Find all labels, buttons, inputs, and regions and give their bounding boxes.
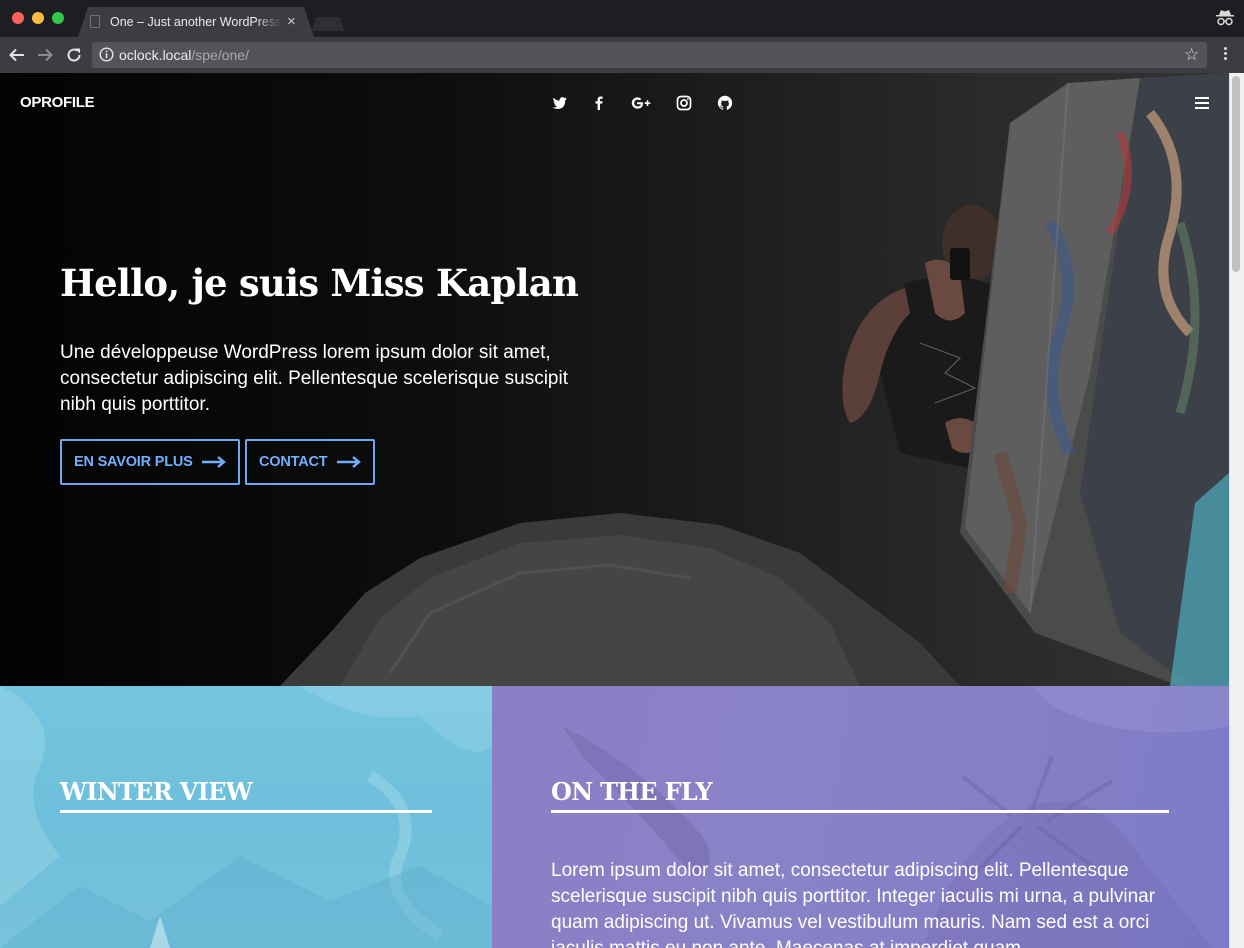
url-path: /spe/one/ [191, 47, 249, 63]
winter-view-title: WINTER VIEW [60, 777, 253, 806]
browser-titlebar: One – Just another WordPress site × [0, 0, 1244, 37]
twitter-icon[interactable] [551, 94, 569, 112]
on-the-fly-description: Lorem ipsum dolor sit amet, consectetur … [551, 860, 1156, 948]
forward-arrow-icon[interactable] [36, 46, 54, 64]
on-the-fly-title: ON THE FLY [551, 777, 713, 806]
address-bar[interactable] [92, 42, 1207, 68]
page-viewport: OPROFILE Hello, je suis Miss Kaplan Une … [0, 73, 1229, 948]
learn-more-button[interactable]: EN SAVOIR PLUS [60, 439, 240, 485]
incognito-icon [1216, 10, 1234, 26]
winter-background-photo [0, 686, 492, 948]
contact-button-label: CONTACT [259, 454, 328, 470]
bookmark-star-icon[interactable]: ☆ [1184, 45, 1199, 65]
panel-winter-view: WINTER VIEW [0, 686, 492, 948]
facebook-icon[interactable] [590, 94, 608, 112]
winter-view-title-underline [60, 810, 432, 813]
instagram-icon[interactable] [675, 94, 693, 112]
new-tab-button[interactable] [312, 17, 344, 31]
browser-menu-icon[interactable] [1223, 45, 1229, 62]
panel-on-the-fly: ON THE FLY Lorem ipsum dolor sit amet, c… [492, 686, 1229, 948]
tab-close-icon[interactable]: × [287, 13, 296, 30]
contact-button[interactable]: CONTACT [245, 439, 375, 485]
page-favicon-icon [90, 15, 100, 28]
tab-title: One – Just another WordPress site [110, 15, 282, 29]
hero-title: Hello, je suis Miss Kaplan [60, 261, 579, 305]
close-window-button[interactable] [12, 12, 24, 24]
maximize-window-button[interactable] [52, 12, 64, 24]
minimize-window-button[interactable] [32, 12, 44, 24]
hamburger-menu-icon[interactable] [1195, 97, 1209, 110]
site-info-icon[interactable] [99, 47, 114, 62]
address-bar-url: oclock.local/spe/one/ [119, 47, 249, 63]
url-host: oclock.local [119, 47, 192, 63]
reload-icon[interactable] [65, 46, 83, 64]
on-the-fly-title-underline [551, 810, 1169, 813]
hero-description: Une développeuse WordPress lorem ipsum d… [60, 342, 568, 415]
arrow-right-icon [202, 456, 226, 468]
hero-section: OPROFILE Hello, je suis Miss Kaplan Une … [0, 73, 1229, 686]
site-logo[interactable]: OPROFILE [20, 94, 95, 111]
back-arrow-icon[interactable] [8, 46, 26, 64]
arrow-right-icon [337, 456, 361, 468]
google-plus-icon[interactable] [630, 94, 652, 112]
learn-more-button-label: EN SAVOIR PLUS [74, 454, 193, 470]
page-scrollbar-thumb[interactable] [1232, 76, 1240, 272]
github-icon[interactable] [716, 94, 734, 112]
